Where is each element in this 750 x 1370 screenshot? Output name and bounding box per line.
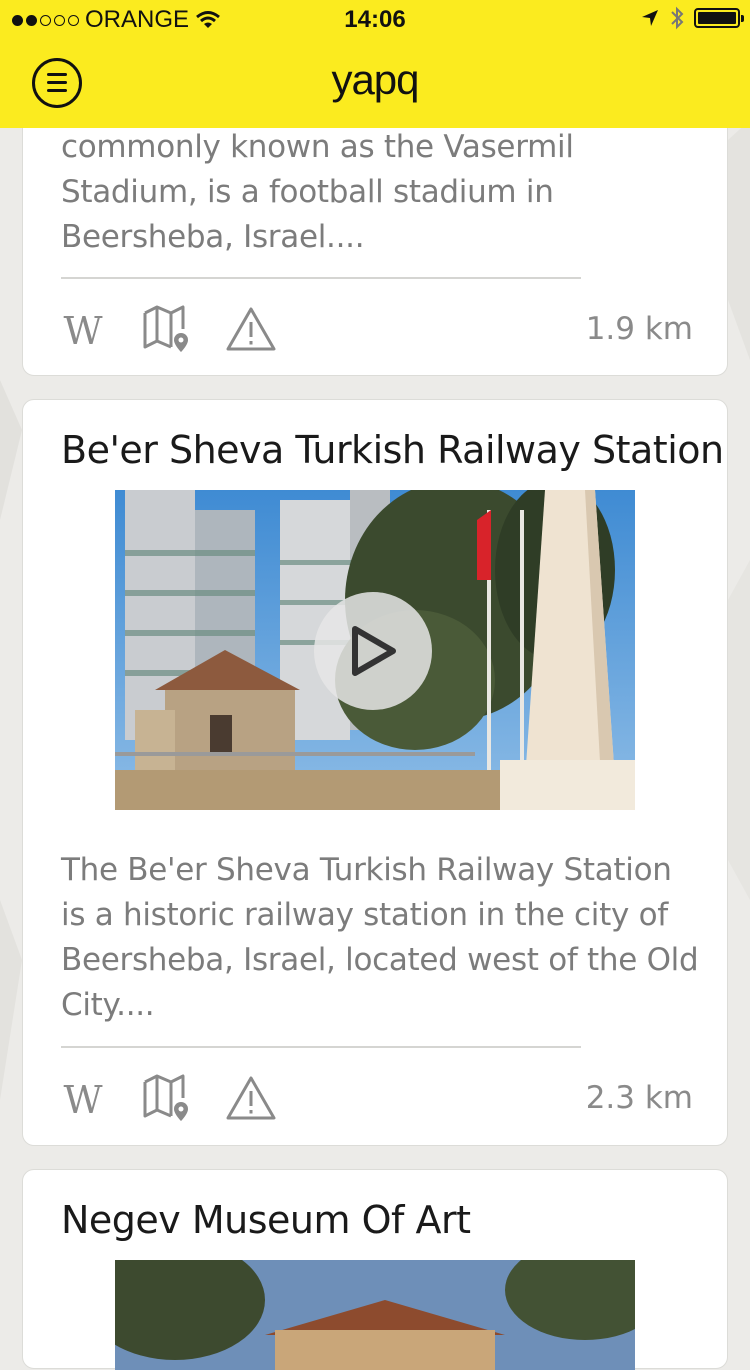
distance-label: 2.3 km <box>585 1080 693 1116</box>
wikipedia-icon[interactable]: W <box>57 309 109 353</box>
status-time: 14:06 <box>344 6 406 33</box>
place-description: The Be'er Sheva Turkish Railway Station … <box>61 852 699 1023</box>
negev-museum-image <box>115 1260 635 1370</box>
place-title[interactable]: Be'er Sheva Turkish Railway Station <box>61 428 724 472</box>
map-pin-icon[interactable] <box>141 1072 193 1128</box>
place-description: commonly known as the Vasermil Stadium, … <box>61 129 574 255</box>
status-right <box>640 6 744 30</box>
bluetooth-icon <box>671 6 684 30</box>
card-actions: W <box>57 303 277 359</box>
wikipedia-icon[interactable]: W <box>57 1078 109 1122</box>
place-title[interactable]: Negev Museum Of Art <box>61 1198 471 1242</box>
card-actions: W <box>57 1072 277 1128</box>
warning-icon[interactable] <box>225 305 277 357</box>
status-bar: ORANGE 14:06 <box>0 0 750 40</box>
play-video-button[interactable] <box>314 592 432 710</box>
place-photo[interactable] <box>115 1260 635 1370</box>
place-card-negev-museum[interactable]: Negev Museum Of Art <box>22 1169 728 1370</box>
place-photo[interactable] <box>115 490 635 810</box>
app-logo: yapq <box>331 56 419 103</box>
place-card-railway-station[interactable]: Be'er Sheva Turkish Railway Station The … <box>22 399 728 1146</box>
app-header: yapq <box>0 40 750 128</box>
distance-label: 1.9 km <box>585 311 693 347</box>
battery-icon <box>694 8 744 28</box>
map-pin-icon[interactable] <box>141 303 193 359</box>
card-divider <box>61 277 581 279</box>
location-arrow-icon <box>642 10 658 26</box>
play-icon <box>352 626 396 676</box>
card-divider <box>61 1046 581 1048</box>
warning-icon[interactable] <box>225 1074 277 1126</box>
